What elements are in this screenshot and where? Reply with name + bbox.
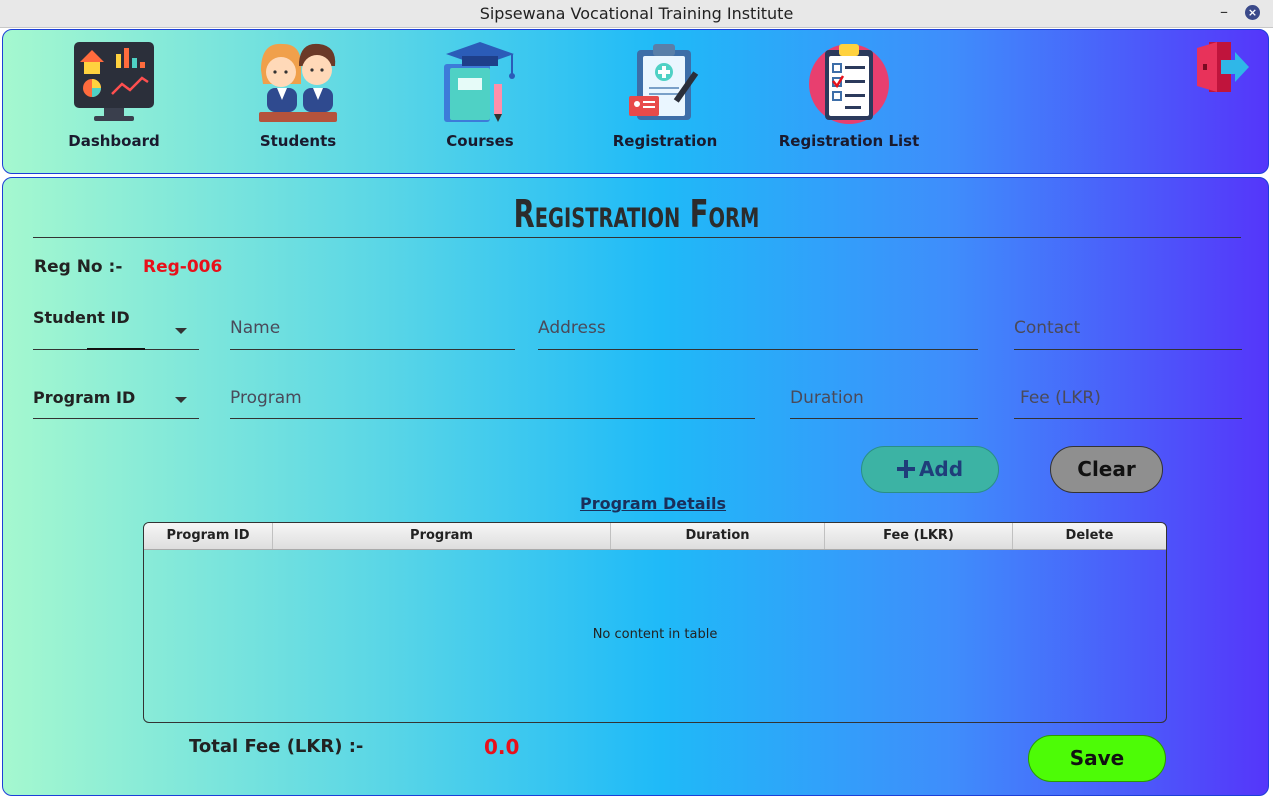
reg-no-value: Reg-006 [143, 257, 223, 277]
chevron-down-icon [175, 328, 187, 334]
nav-dashboard-label: Dashboard [68, 132, 160, 150]
column-header[interactable]: Program [273, 523, 611, 549]
column-header[interactable]: Duration [611, 523, 825, 549]
registration-list-icon [809, 44, 889, 124]
fee-input[interactable] [1014, 388, 1248, 408]
nav-registration[interactable]: Registration [603, 40, 727, 150]
courses-books-icon [444, 42, 515, 122]
close-button[interactable]: × [1245, 5, 1260, 20]
save-button[interactable]: Save [1028, 735, 1166, 782]
duration-input[interactable] [790, 388, 978, 408]
address-input[interactable] [538, 318, 978, 338]
top-nav-panel: Dashboard Students Courses Registration … [2, 29, 1269, 174]
contact-input[interactable] [1014, 318, 1242, 338]
nav-courses[interactable]: Courses [425, 40, 535, 150]
program-id-combo[interactable]: Program ID [33, 388, 199, 419]
form-title: Registration Form [513, 192, 760, 236]
nav-registration-label: Registration [612, 132, 718, 150]
add-button-label: Add [918, 457, 964, 481]
clear-button[interactable]: Clear [1050, 446, 1163, 493]
logout-door-icon [1197, 42, 1249, 92]
program-input[interactable] [230, 388, 755, 408]
save-button-label: Save [1069, 746, 1125, 770]
minimize-button[interactable]: – [1214, 0, 1234, 25]
program-details-title: Program Details [579, 494, 727, 513]
program-id-label: Program ID [33, 388, 136, 407]
duration-field[interactable] [790, 388, 978, 419]
window-title: Sipsewana Vocational Training Institute [479, 4, 794, 23]
nav-students[interactable]: Students [243, 40, 353, 150]
nav-registration-list-label: Registration List [778, 132, 920, 150]
clear-button-label: Clear [1077, 457, 1136, 481]
column-header[interactable]: Delete [1013, 523, 1166, 549]
fee-field[interactable] [1014, 388, 1248, 419]
window-title-bar: Sipsewana Vocational Training Institute … [0, 0, 1273, 28]
title-divider [33, 237, 1241, 238]
chevron-down-icon [175, 397, 187, 403]
program-details-table[interactable]: Program ID Program Duration Fee (LKR) De… [143, 522, 1167, 723]
student-id-label: Student ID [33, 308, 130, 327]
registration-form-panel: Registration Form Reg No :- Reg-006 Stud… [2, 177, 1269, 796]
nav-students-label: Students [259, 132, 337, 150]
empty-table-message: No content in table [592, 627, 718, 642]
students-icon [259, 43, 337, 122]
address-field[interactable] [538, 318, 978, 350]
name-field[interactable] [230, 318, 515, 350]
nav-courses-label: Courses [446, 132, 514, 150]
table-header: Program ID Program Duration Fee (LKR) De… [144, 523, 1166, 550]
column-header[interactable]: Program ID [144, 523, 273, 549]
total-fee-value: 0.0 [484, 735, 520, 759]
student-id-combo[interactable]: Student ID [33, 308, 199, 350]
nav-registration-list[interactable]: Registration List [777, 40, 921, 150]
plus-icon [896, 460, 915, 478]
nav-dashboard[interactable]: Dashboard [59, 40, 169, 150]
dashboard-monitor-icon [74, 42, 154, 121]
add-button[interactable]: Add [861, 446, 999, 493]
logout-button[interactable] [1195, 40, 1251, 98]
registration-clipboard-icon [629, 44, 699, 120]
total-fee-label: Total Fee (LKR) :- [189, 736, 364, 757]
name-input[interactable] [230, 318, 515, 338]
contact-field[interactable] [1014, 318, 1242, 350]
reg-no-label: Reg No :- [34, 257, 123, 277]
focus-indicator [87, 348, 145, 350]
column-header[interactable]: Fee (LKR) [825, 523, 1013, 549]
program-field[interactable] [230, 388, 755, 419]
